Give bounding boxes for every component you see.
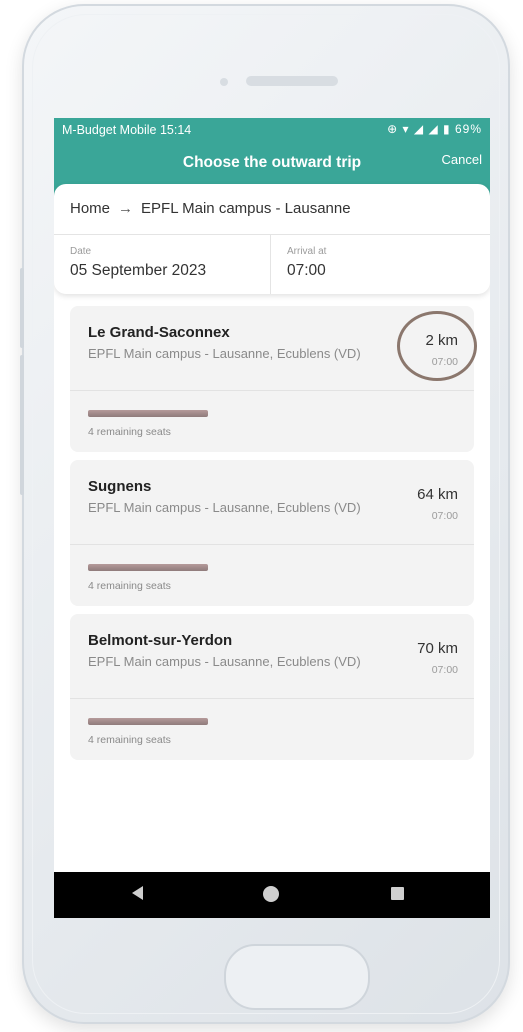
date-label: Date (70, 246, 92, 257)
redacted-driver-name (88, 718, 208, 725)
route-to: EPFL Main campus - Lausanne (141, 200, 351, 217)
trip-distance: 64 km (417, 486, 458, 503)
date-value: 05 September 2023 (70, 262, 207, 279)
trip-origin: Le Grand-Saconnex (88, 324, 230, 341)
trip-destination: EPFL Main campus - Lausanne, Ecublens (V… (88, 500, 361, 515)
arrival-value: 07:00 (287, 262, 326, 279)
trip-time: 07:00 (431, 510, 458, 522)
status-carrier-time: M-Budget Mobile 15:14 (62, 123, 192, 137)
home-circle-icon[interactable] (263, 886, 279, 902)
trip-card[interactable]: Sugnens EPFL Main campus - Lausanne, Ecu… (70, 460, 474, 606)
highlight-circle-annotation (397, 311, 477, 381)
redacted-driver-name (88, 564, 208, 571)
side-button-lower (20, 355, 24, 495)
status-icons: ⊕ ▾ ◢ ◢ ▮ 69% (387, 122, 482, 136)
phone-screen: M-Budget Mobile 15:14 ⊕ ▾ ◢ ◢ ▮ 69% Choo… (54, 118, 490, 918)
trip-summary-card: Home → EPFL Main campus - Lausanne Date … (54, 184, 490, 294)
trip-time: 07:00 (431, 664, 458, 676)
back-triangle-icon[interactable] (132, 886, 143, 900)
recent-apps-square-icon[interactable] (391, 887, 404, 900)
arrow-right-icon: → (118, 200, 134, 217)
divider (70, 390, 474, 391)
trip-header: Sugnens EPFL Main campus - Lausanne, Ecu… (70, 460, 474, 544)
divider (70, 698, 474, 699)
divider (70, 544, 474, 545)
trip-distance: 70 km (417, 640, 458, 657)
earpiece-speaker (246, 76, 338, 86)
trip-header: Belmont-sur-Yerdon EPFL Main campus - La… (70, 614, 474, 698)
android-nav-bar (54, 872, 490, 918)
trip-origin: Sugnens (88, 478, 152, 495)
arrival-field[interactable]: Arrival at 07:00 (271, 234, 490, 294)
cancel-button[interactable]: Cancel (442, 152, 482, 167)
remaining-seats: 4 remaining seats (88, 734, 171, 746)
trip-origin: Belmont-sur-Yerdon (88, 632, 233, 649)
remaining-seats: 4 remaining seats (88, 426, 171, 438)
front-camera (220, 78, 228, 86)
trip-destination: EPFL Main campus - Lausanne, Ecublens (V… (88, 654, 361, 669)
hardware-home-button[interactable] (224, 944, 370, 1010)
side-button-upper (20, 268, 24, 348)
remaining-seats: 4 remaining seats (88, 580, 171, 592)
status-bar: M-Budget Mobile 15:14 ⊕ ▾ ◢ ◢ ▮ 69% (54, 118, 490, 140)
route-breadcrumb: Home → EPFL Main campus - Lausanne (70, 200, 351, 217)
trip-card[interactable]: Belmont-sur-Yerdon EPFL Main campus - La… (70, 614, 474, 760)
route-from: Home (70, 200, 111, 217)
arrival-label: Arrival at (287, 246, 327, 257)
page-title: Choose the outward trip (182, 154, 362, 171)
redacted-driver-name (88, 410, 208, 417)
trip-destination: EPFL Main campus - Lausanne, Ecublens (V… (88, 346, 361, 361)
date-field[interactable]: Date 05 September 2023 (54, 234, 270, 294)
